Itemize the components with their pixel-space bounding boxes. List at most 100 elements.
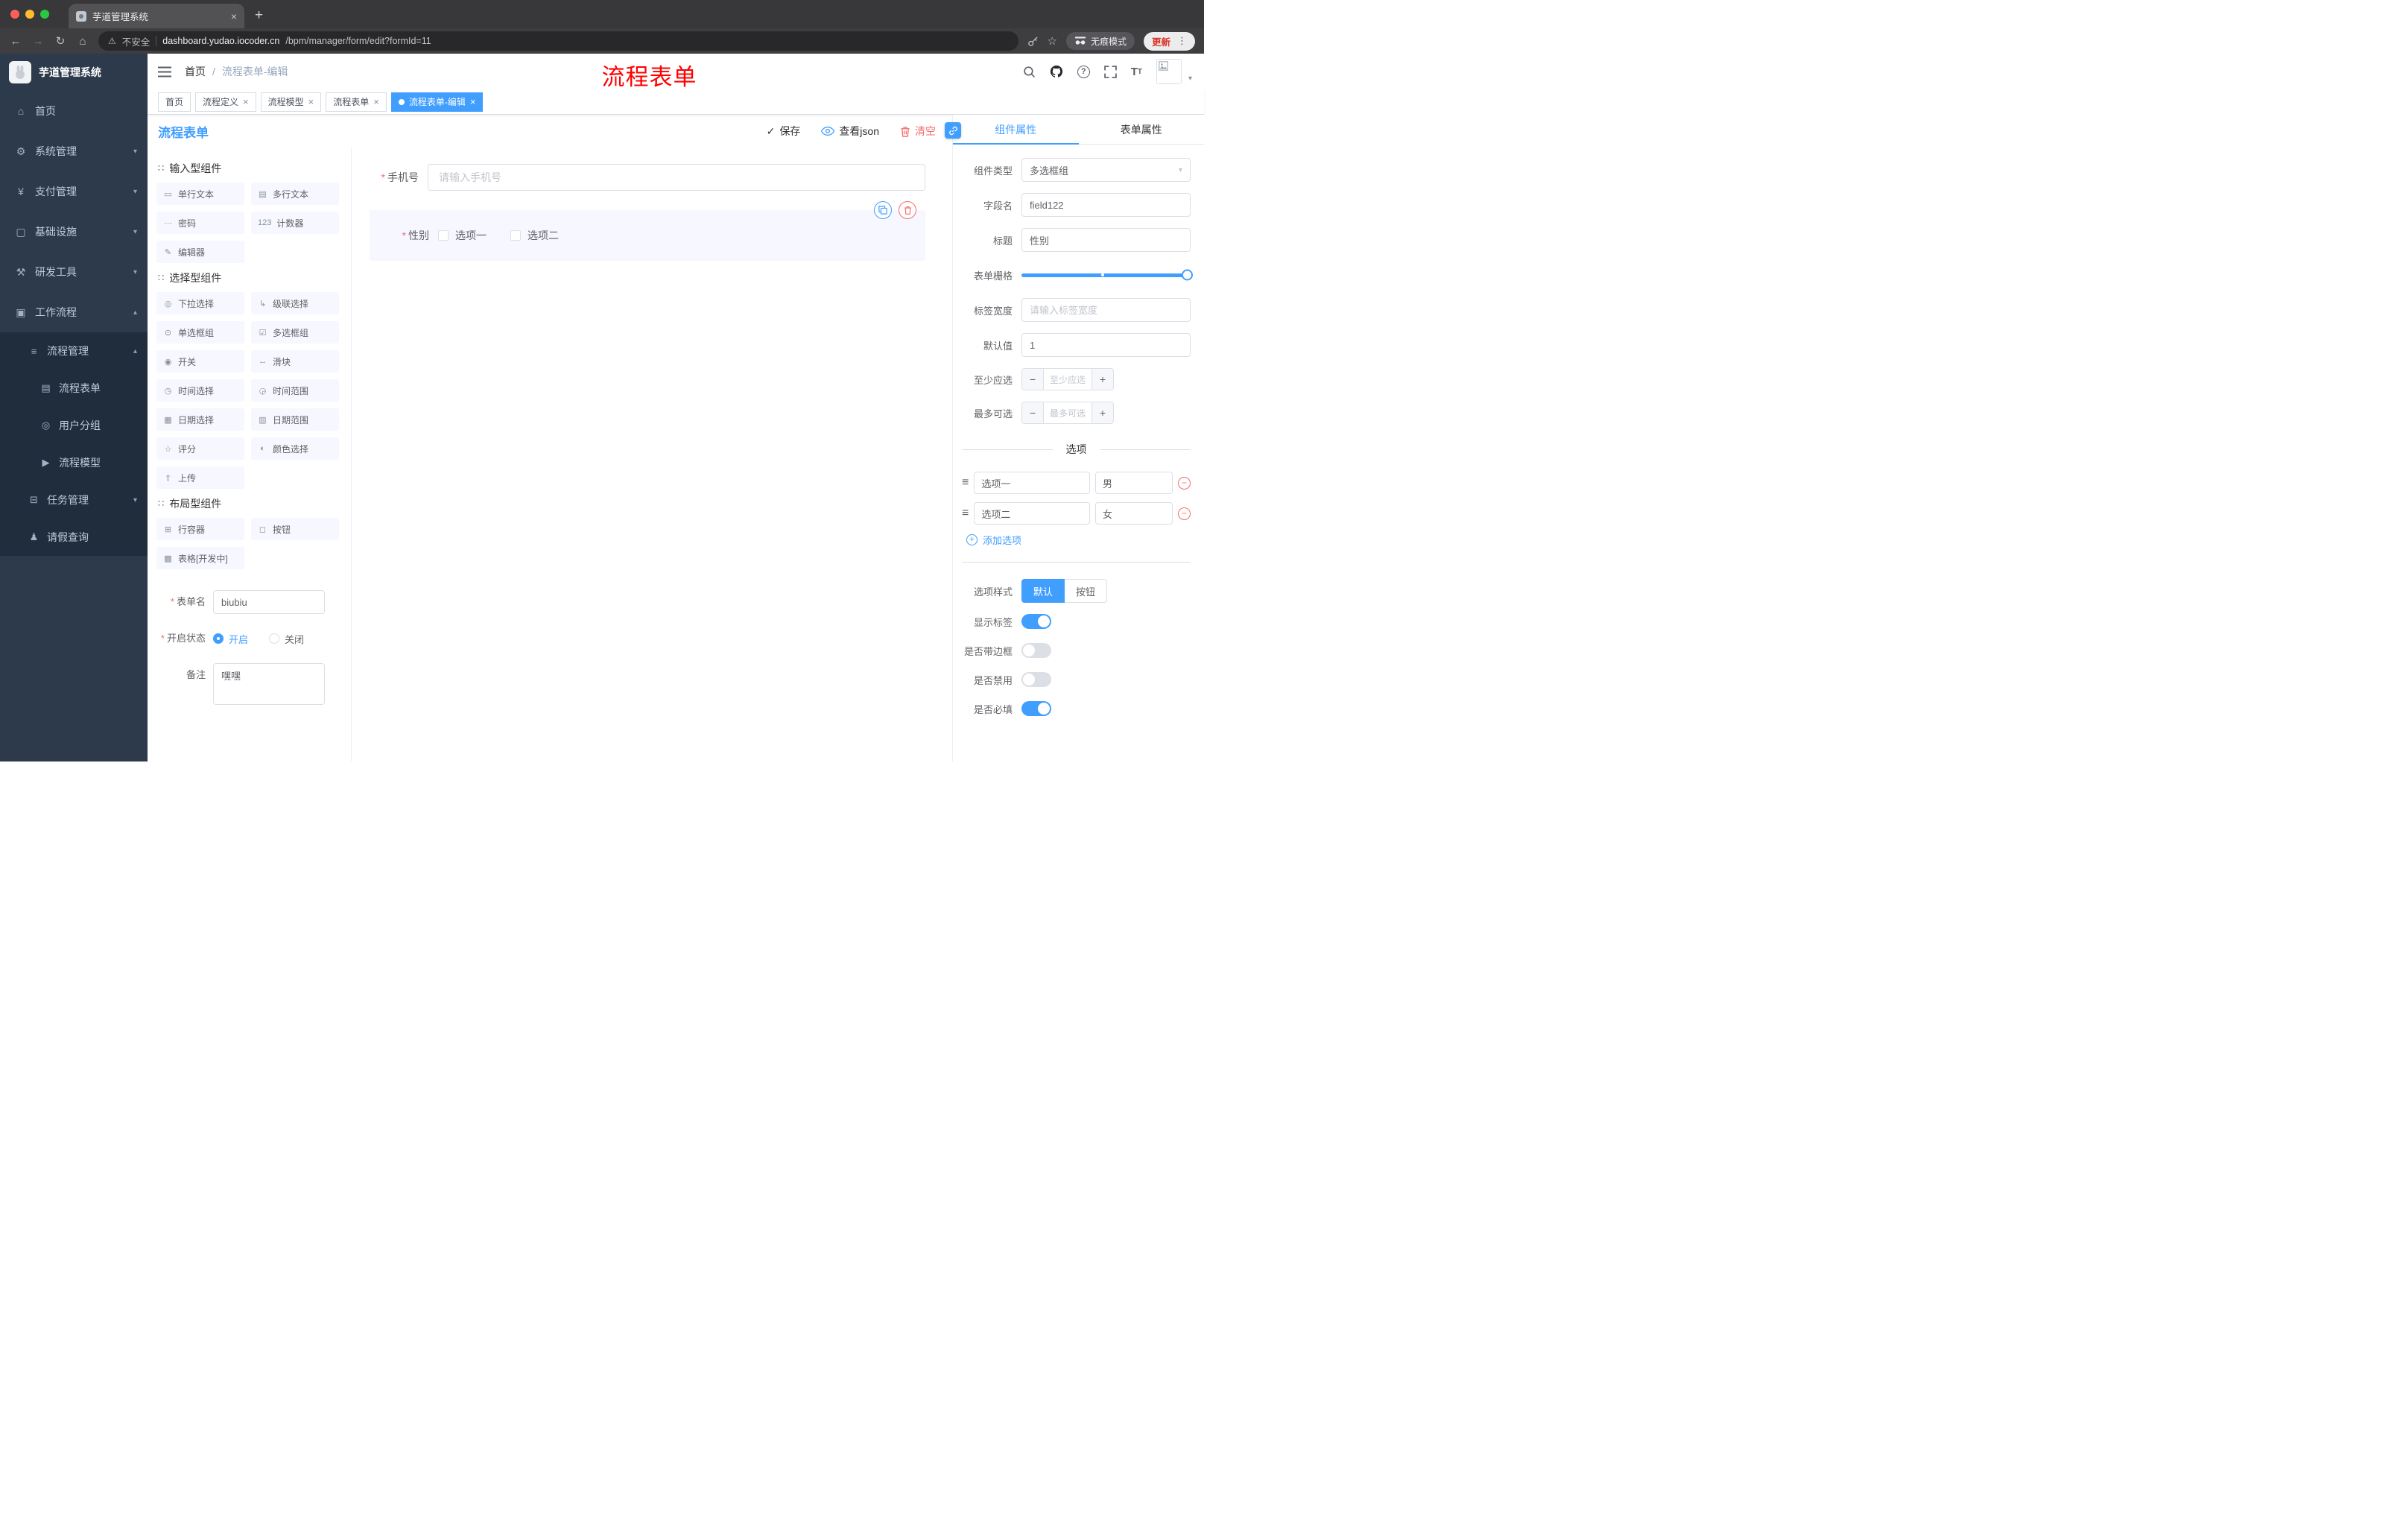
palette-item-date-range[interactable]: ▥ 日期范围 <box>251 408 339 431</box>
github-icon[interactable] <box>1050 65 1063 78</box>
sidebar-item-task-management[interactable]: ⊟ 任务管理 ▾ <box>0 481 148 519</box>
tab-component-props[interactable]: 组件属性 <box>953 115 1079 145</box>
tab-close-icon[interactable]: × <box>231 11 237 22</box>
home-icon[interactable]: ⌂ <box>76 35 89 48</box>
palette-item-rate[interactable]: ☆ 评分 <box>156 437 244 460</box>
reload-icon[interactable]: ↻ <box>54 34 67 48</box>
palette-item-color-picker[interactable]: ◐ 颜色选择 <box>251 437 339 460</box>
window-maximize-button[interactable] <box>40 10 49 19</box>
max-select-value[interactable]: 最多可选 <box>1043 402 1092 423</box>
sidebar-item-user-group[interactable]: ◎ 用户分组 <box>0 407 148 444</box>
forward-icon[interactable]: → <box>31 35 45 48</box>
label-width-input[interactable] <box>1021 298 1191 322</box>
password-key-icon[interactable] <box>1027 36 1039 47</box>
palette-item-time-picker[interactable]: ◷ 时间选择 <box>156 379 244 402</box>
border-toggle[interactable] <box>1021 643 1051 658</box>
remove-option-button[interactable]: − <box>1178 507 1191 520</box>
text-size-icon[interactable]: TT <box>1131 66 1142 78</box>
tag-process-definition[interactable]: 流程定义 × <box>195 92 256 112</box>
view-json-button[interactable]: 查看json <box>821 124 879 139</box>
option2-value-input[interactable] <box>1095 502 1173 525</box>
field-name-input[interactable] <box>1021 193 1191 217</box>
window-minimize-button[interactable] <box>25 10 34 19</box>
form-remark-textarea[interactable]: 嘿嘿 <box>213 663 325 705</box>
palette-item-date-picker[interactable]: ▦ 日期选择 <box>156 408 244 431</box>
bookmark-star-icon[interactable]: ☆ <box>1048 34 1057 48</box>
drag-handle-icon[interactable]: ≡ <box>962 476 969 490</box>
stepper-plus-button[interactable]: + <box>1092 369 1113 390</box>
drag-handle-icon[interactable]: ≡ <box>962 507 969 520</box>
style-button-button[interactable]: 按钮 <box>1065 579 1108 603</box>
palette-item-multi-line-text[interactable]: ▤ 多行文本 <box>251 183 339 205</box>
component-type-select[interactable]: 多选框组 ▾ <box>1021 158 1191 182</box>
sidebar-item-system[interactable]: ⚙ 系统管理 ▾ <box>0 131 148 171</box>
remove-option-button[interactable]: − <box>1178 476 1191 490</box>
save-button[interactable]: ✓ 保存 <box>767 124 801 139</box>
new-tab-button[interactable]: + <box>255 7 263 24</box>
required-toggle[interactable] <box>1021 701 1051 716</box>
sidebar-item-infrastructure[interactable]: ▢ 基础设施 ▾ <box>0 212 148 252</box>
phone-input[interactable] <box>428 164 925 191</box>
browser-menu-icon[interactable]: ⋮ <box>1177 35 1187 47</box>
palette-item-time-range[interactable]: ◶ 时间范围 <box>251 379 339 402</box>
sidebar-item-devtools[interactable]: ⚒ 研发工具 ▾ <box>0 252 148 292</box>
title-input[interactable] <box>1021 228 1191 252</box>
browser-tab[interactable]: 芋道管理系统 × <box>69 4 244 28</box>
status-on-radio[interactable]: 开启 <box>213 632 248 646</box>
breadcrumb-root[interactable]: 首页 <box>185 64 206 79</box>
form-name-input[interactable] <box>213 590 325 614</box>
palette-item-counter[interactable]: 123 计数器 <box>251 212 339 234</box>
clear-button[interactable]: 清空 <box>900 124 936 139</box>
close-icon[interactable]: × <box>373 97 379 107</box>
security-label[interactable]: 不安全 <box>122 34 150 48</box>
status-off-radio[interactable]: 关闭 <box>269 632 304 646</box>
search-icon[interactable] <box>1023 66 1036 78</box>
avatar-caret-icon[interactable]: ▾ <box>1188 75 1192 84</box>
sidebar-item-payment[interactable]: ¥ 支付管理 ▾ <box>0 171 148 212</box>
palette-item-checkbox-group[interactable]: ☑ 多选框组 <box>251 321 339 343</box>
palette-item-single-line-text[interactable]: ▭ 单行文本 <box>156 183 244 205</box>
address-bar[interactable]: ⚠ 不安全 dashboard.yudao.iocoder.cn /bpm/ma… <box>98 31 1018 51</box>
stepper-plus-button[interactable]: + <box>1092 402 1113 423</box>
hamburger-icon[interactable] <box>158 66 171 77</box>
window-close-button[interactable] <box>10 10 19 19</box>
gender-checkbox-option2[interactable]: 选项二 <box>510 228 559 243</box>
default-value-input[interactable] <box>1021 333 1191 357</box>
copy-component-button[interactable] <box>874 201 892 219</box>
palette-item-table[interactable]: ▩ 表格[开发中] <box>156 547 244 569</box>
sidebar-item-process-form[interactable]: ▤ 流程表单 <box>0 370 148 407</box>
gender-checkbox-option1[interactable]: 选项一 <box>438 228 487 243</box>
phone-field-row[interactable]: * 手机号 <box>370 164 925 191</box>
style-default-button[interactable]: 默认 <box>1021 579 1065 603</box>
browser-update-button[interactable]: 更新 ⋮ <box>1143 31 1195 51</box>
disabled-toggle[interactable] <box>1021 672 1051 687</box>
close-icon[interactable]: × <box>308 97 314 107</box>
sidebar-item-process-model[interactable]: ▶ 流程模型 <box>0 444 148 481</box>
sidebar-item-workflow[interactable]: ▣ 工作流程 ▴ <box>0 292 148 332</box>
palette-item-radio-group[interactable]: ⊙ 单选框组 <box>156 321 244 343</box>
palette-item-slider[interactable]: ↔ 滑块 <box>251 350 339 373</box>
form-canvas[interactable]: *手机号 *性别 <box>352 148 952 762</box>
form-grid-slider[interactable] <box>1021 263 1193 287</box>
palette-item-row-container[interactable]: ⊞ 行容器 <box>156 518 244 540</box>
slider-handle[interactable] <box>1182 269 1193 281</box>
tag-home[interactable]: 首页 <box>158 92 191 112</box>
option2-label-input[interactable] <box>974 502 1090 525</box>
user-avatar[interactable] <box>1156 59 1182 84</box>
min-select-value[interactable]: 至少应选 <box>1043 369 1092 390</box>
stepper-minus-button[interactable]: − <box>1022 402 1043 423</box>
tab-form-props[interactable]: 表单属性 <box>1079 115 1205 144</box>
close-icon[interactable]: × <box>243 97 249 107</box>
update-label[interactable]: 更新 <box>1152 34 1170 48</box>
stepper-minus-button[interactable]: − <box>1022 369 1043 390</box>
sidebar-logo[interactable]: 芋道管理系统 <box>0 54 148 91</box>
sidebar-item-process-management[interactable]: ≡ 流程管理 ▴ <box>0 332 148 370</box>
back-icon[interactable]: ← <box>9 35 22 48</box>
tag-process-model[interactable]: 流程模型 × <box>260 92 322 112</box>
tag-process-form-edit[interactable]: 流程表单-编辑 × <box>390 92 484 112</box>
link-badge[interactable] <box>945 122 961 139</box>
help-icon[interactable]: ? <box>1077 65 1090 78</box>
option1-label-input[interactable] <box>974 472 1090 494</box>
palette-item-upload[interactable]: ⇧ 上传 <box>156 466 244 489</box>
option1-value-input[interactable] <box>1095 472 1173 494</box>
